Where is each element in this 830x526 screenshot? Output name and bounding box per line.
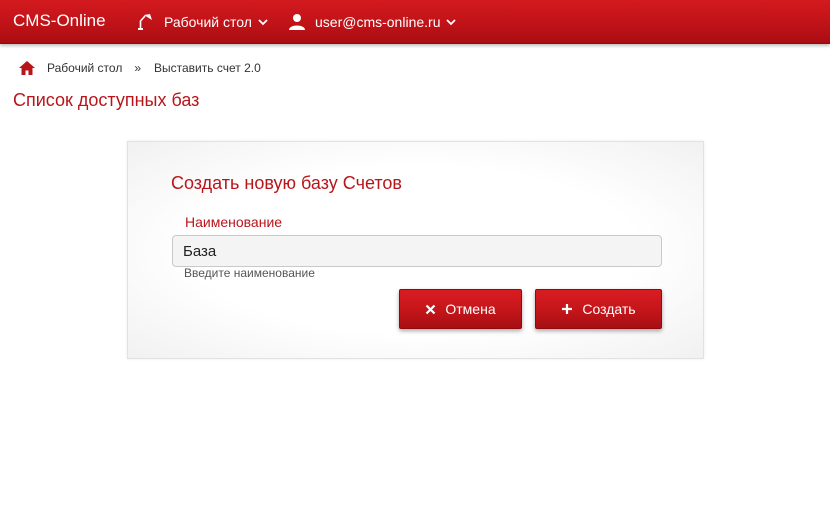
close-icon (425, 304, 436, 315)
plus-icon (561, 303, 573, 315)
create-base-panel: Создать новую базу Счетов Наименование В… (127, 141, 704, 359)
form-title: Создать новую базу Счетов (171, 173, 402, 193)
page-title: Список доступных баз (13, 90, 200, 110)
nav-user-label: user@cms-online.ru (315, 14, 441, 30)
home-icon[interactable] (18, 60, 36, 76)
brand-logo[interactable]: CMS-Online (13, 11, 106, 31)
create-button[interactable]: Создать (535, 289, 662, 329)
top-navbar: CMS-Online Рабочий стол user@cms-online.… (0, 0, 830, 44)
create-button-label: Создать (582, 301, 636, 317)
chevron-down-icon (446, 18, 457, 26)
nav-user-menu[interactable]: user@cms-online.ru (288, 0, 457, 44)
breadcrumb: Рабочий стол » Выставить счет 2.0 (18, 58, 261, 78)
user-icon (288, 13, 306, 31)
name-field-label: Наименование (185, 214, 283, 230)
cancel-button-label: Отмена (445, 301, 496, 317)
name-input[interactable] (172, 235, 662, 267)
breadcrumb-item-current: Выставить счет 2.0 (154, 61, 261, 75)
chevron-down-icon (258, 18, 268, 26)
lamp-icon (135, 13, 155, 31)
breadcrumb-item-desktop[interactable]: Рабочий стол (47, 61, 122, 75)
cancel-button[interactable]: Отмена (399, 289, 522, 329)
nav-desktop-menu[interactable]: Рабочий стол (135, 0, 268, 44)
name-field-help: Введите наименование (184, 266, 315, 280)
breadcrumb-separator: » (134, 61, 142, 75)
nav-desktop-label: Рабочий стол (164, 14, 252, 30)
